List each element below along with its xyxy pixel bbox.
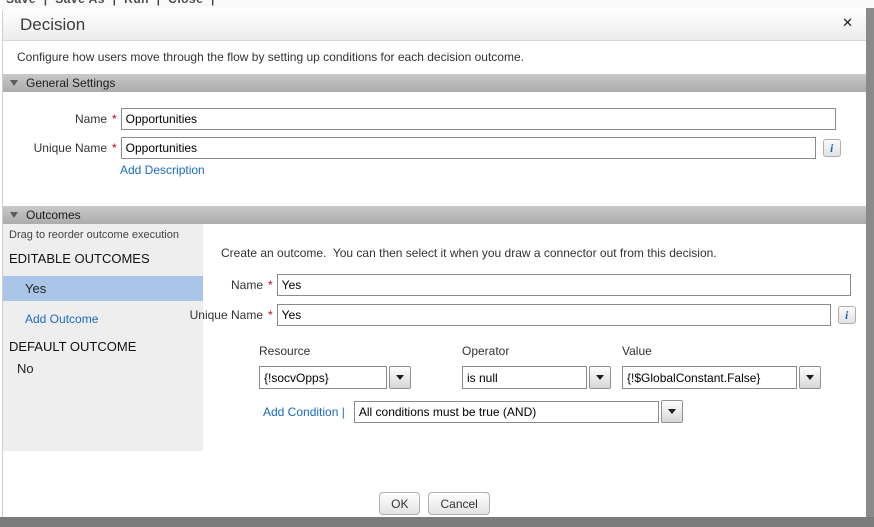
value-column-label: Value [622,344,652,358]
operator-combobox [462,366,611,389]
resource-combobox [259,366,411,389]
close-icon[interactable]: ✕ [842,15,853,31]
add-condition-link[interactable]: Add Condition | [263,405,345,419]
drag-reorder-hint: Drag to reorder outcome execution [9,229,179,241]
value-input[interactable] [622,366,797,389]
outcome-name-row: Name * [123,274,851,296]
outcome-intro-text: Create an outcome. You can then select i… [221,246,717,260]
unique-name-label: Unique Name [33,141,107,155]
add-outcome-link[interactable]: Add Outcome [25,312,98,326]
value-combobox [622,366,821,389]
outcome-unique-name-row: Unique Name * i [123,304,856,326]
name-input[interactable] [120,108,836,130]
outcomes-section-header[interactable]: Outcomes [3,206,866,224]
outcome-name-input[interactable] [276,274,851,296]
resource-column-label: Resource [259,344,311,358]
dialog-description: Configure how users move through the flo… [17,50,524,64]
outcome-item-no[interactable]: No [17,361,34,376]
canvas-edge-right [866,8,874,527]
resource-input[interactable] [259,366,387,389]
info-icon[interactable]: i [837,306,856,324]
required-asterisk: * [268,308,273,322]
canvas-edge-bottom [0,517,874,527]
resource-dropdown-button[interactable] [389,366,411,389]
name-label: Name [74,112,107,126]
outcomes-sidebar: Drag to reorder outcome execution EDITAB… [3,224,203,451]
collapse-triangle-icon [10,212,18,218]
dialog-button-row: OK Cancel [3,492,866,515]
background-toolbar-labels: Save | Save As | Run | Close | [6,0,215,6]
operator-column-label: Operator [462,344,510,358]
general-settings-section-label: General Settings [26,76,116,90]
condition-logic-dropdown-button[interactable] [660,400,683,423]
info-icon[interactable]: i [822,139,841,157]
operator-input[interactable] [462,366,587,389]
unique-name-field-row: Unique Name * i [11,137,841,159]
ok-button[interactable]: OK [379,492,421,515]
flow-designer-screen: Save | Save As | Run | Close | Decision … [0,0,874,527]
cancel-button[interactable]: Cancel [428,492,490,515]
background-toolbar: Save | Save As | Run | Close | [0,0,874,8]
condition-logic-input[interactable] [353,400,659,423]
required-asterisk: * [268,278,273,292]
chevron-down-icon [667,409,676,414]
general-settings-section-header[interactable]: General Settings [3,74,866,92]
collapse-triangle-icon [10,80,18,86]
outcome-unique-name-input[interactable] [276,304,831,326]
default-outcome-heading: DEFAULT OUTCOME [9,339,137,354]
operator-dropdown-button[interactable] [589,366,611,389]
value-dropdown-button[interactable] [799,366,821,389]
outcome-name-label: Name [230,278,263,292]
chevron-down-icon [806,375,814,380]
editable-outcomes-heading: EDITABLE OUTCOMES [9,251,150,266]
dialog-title: Decision [20,15,86,34]
outcomes-section-label: Outcomes [26,208,81,222]
dialog-header: Decision ✕ [3,8,866,41]
required-asterisk: * [112,112,117,126]
chevron-down-icon [396,375,404,380]
unique-name-input[interactable] [120,137,816,159]
decision-dialog: Decision ✕ Configure how users move thro… [2,8,866,517]
required-asterisk: * [112,141,117,155]
name-field-row: Name * [11,108,836,130]
chevron-down-icon [596,375,604,380]
add-description-link[interactable]: Add Description [120,163,205,177]
outcome-unique-name-label: Unique Name [189,308,263,322]
add-condition-row: Add Condition | [263,400,683,423]
